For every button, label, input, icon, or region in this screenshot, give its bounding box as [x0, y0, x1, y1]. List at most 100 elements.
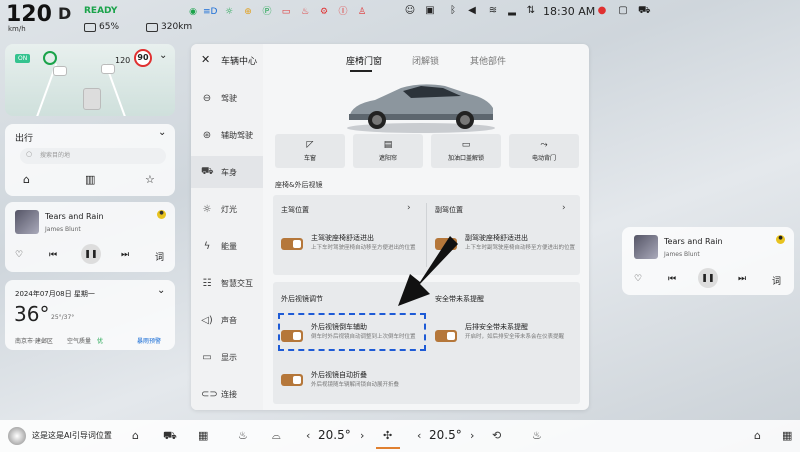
profile-icon[interactable]: ☺: [404, 5, 416, 16]
prev-icon[interactable]: ⏮: [668, 274, 676, 284]
tailgate-icon: ⤳: [540, 140, 548, 150]
temp-right-up[interactable]: ›: [470, 429, 474, 442]
tile-window[interactable]: ◸ 车窗: [275, 134, 345, 168]
assist-icon: ⊛: [202, 129, 212, 141]
favorite-icon[interactable]: ☆: [145, 173, 155, 186]
airbag-icon: ♙: [357, 7, 367, 17]
highbeam-icon: ≡D: [203, 7, 218, 17]
close-icon[interactable]: ✕: [201, 53, 210, 66]
assistant-orb-icon[interactable]: [8, 427, 26, 445]
lyrics-icon[interactable]: 词: [772, 274, 781, 287]
office-icon[interactable]: ▥: [85, 173, 95, 186]
music-widget-right: Tears and Rain James Blunt ● ♡ ⏮ ❚❚ ⏭ 词: [622, 227, 794, 295]
defrost-icon[interactable]: ⌓: [272, 429, 281, 443]
pointer-arrow-icon: [398, 236, 458, 306]
parking-icon: Ⓟ: [262, 7, 272, 17]
belt-remind-toggle[interactable]: [435, 330, 457, 342]
speed-readout: 120: [6, 2, 52, 27]
chevron-down-icon[interactable]: ⌄: [157, 285, 165, 296]
assistant-hint[interactable]: 这是这是AI引导词位置: [32, 430, 112, 441]
speed-limit-sign: 90: [134, 49, 152, 67]
fan-icon[interactable]: ✣: [383, 429, 392, 442]
chevron-right-icon[interactable]: ›: [407, 203, 411, 213]
chevron-right-icon[interactable]: ›: [562, 203, 566, 213]
car-body-icon: ⛟: [201, 165, 214, 177]
seat-heat-icon[interactable]: ♨: [238, 429, 248, 442]
wifi-icon[interactable]: ≋: [487, 5, 499, 16]
passenger-seat-sub: 上下车时副驾驶座椅自动移至方便进出的位置: [465, 245, 576, 251]
speaker-icon[interactable]: ◀: [466, 5, 478, 16]
fan-level-bar: [376, 447, 400, 449]
sidebar-item-smart[interactable]: ☷ 智慧交互: [191, 267, 263, 299]
home-icon-right[interactable]: ⌂: [754, 429, 761, 442]
car-icon[interactable]: ⛟: [163, 429, 177, 444]
pause-button[interactable]: ❚❚: [698, 268, 718, 288]
temp-left-down[interactable]: ‹: [306, 429, 310, 442]
driver-seat-title: 主驾驶座椅舒适进出: [311, 234, 374, 242]
camera-icon[interactable]: ▣: [424, 5, 436, 16]
mirror-fold-toggle[interactable]: [281, 374, 303, 386]
like-icon[interactable]: ♡: [15, 250, 23, 260]
battery-warn-icon: ▭: [281, 7, 291, 17]
driver-seat-toggle[interactable]: [281, 238, 303, 250]
seat-heat-right-icon[interactable]: ♨: [532, 429, 542, 442]
sidebar-item-light[interactable]: ☼ 灯光: [191, 193, 263, 225]
lyrics-icon[interactable]: 词: [155, 250, 164, 263]
home-icon[interactable]: ⌂: [132, 429, 139, 442]
sunshade-icon: ▤: [383, 140, 393, 150]
adas-badge: ON: [15, 54, 31, 63]
tab-seats-windows[interactable]: 座椅门窗: [346, 54, 382, 67]
data-icon[interactable]: ⇅: [525, 5, 537, 16]
bluetooth-icon[interactable]: ᛒ: [447, 5, 459, 16]
adas-widget[interactable]: ON 120 90 ⌄: [5, 44, 175, 116]
search-input[interactable]: 搜索目的地: [20, 148, 166, 164]
next-icon[interactable]: ⏭: [738, 274, 746, 284]
alert-icon[interactable]: ●: [596, 5, 608, 16]
passenger-position-label: 副驾位置: [435, 206, 463, 214]
home-icon[interactable]: ⌂: [23, 173, 30, 186]
fuel-cap-icon: ▭: [461, 140, 471, 150]
passenger-seat-title: 副驾驶座椅舒适进出: [465, 234, 528, 242]
chevron-down-icon[interactable]: ⌄: [159, 50, 167, 61]
apps-icon[interactable]: ▦: [198, 429, 208, 442]
display-icon: ▭: [202, 351, 212, 363]
tile-sunshade[interactable]: ▤ 遮阳帘: [353, 134, 423, 168]
engine-warn-icon: ⚙: [319, 7, 329, 17]
range-icon: [146, 22, 158, 32]
signal-icon[interactable]: ▂: [506, 5, 518, 16]
tile-fuel-cap[interactable]: ▭ 加油口盖解锁: [431, 134, 501, 168]
recirculation-icon[interactable]: ⟲: [492, 429, 501, 442]
sidebar-item-sound[interactable]: ◁) 声音: [191, 304, 263, 336]
sidebar-item-body[interactable]: ⛟ 车身: [191, 156, 263, 188]
mirror-fold-sub: 外后视镜随车辆解闭锁自动展开折叠: [311, 382, 400, 388]
weather-alert[interactable]: 暴雨预警: [137, 336, 161, 345]
tile-tailgate[interactable]: ⤳ 电动背门: [509, 134, 579, 168]
sidebar-item-energy[interactable]: ϟ 能量: [191, 230, 263, 262]
weather-temp: 36°: [14, 302, 50, 326]
pause-button[interactable]: ❚❚: [81, 244, 101, 264]
sidebar-item-link[interactable]: ⊂⊃ 连接: [191, 378, 263, 410]
sidebar-item-assist[interactable]: ⊛ 辅助驾驶: [191, 119, 263, 151]
status-bar: 120 km/h D READY 65% 320km ◉ ≡D ☼ ⊕ Ⓟ ▭ …: [0, 0, 800, 38]
car-status-icon[interactable]: ⛟: [638, 5, 651, 18]
dialog-sidebar: ✕ 车辆中心 ⊖ 驾驶 ⊛ 辅助驾驶 ⛟ 车身 ☼ 灯光 ϟ 能量 ☷ 智慧交互 ◁) 声音 …: [191, 44, 263, 410]
vehicle-center-dialog: ✕ 车辆中心 ⊖ 驾驶 ⊛ 辅助驾驶 ⛟ 车身 ☼ 灯光 ϟ 能量 ☷ 智慧交互 ◁) 声音 …: [191, 44, 589, 410]
next-icon[interactable]: ⏭: [121, 250, 129, 260]
tab-other-parts[interactable]: 其他部件: [470, 54, 506, 67]
weather-widget[interactable]: 2024年07月08日 星期一 ⌄ 36° 25°/37° 南京市·建邺区 空气…: [5, 280, 175, 350]
temp-left-up[interactable]: ›: [360, 429, 364, 442]
weather-range: 25°/37°: [51, 314, 75, 321]
sidebar-item-display[interactable]: ▭ 显示: [191, 341, 263, 373]
apps-icon-right[interactable]: ▦: [782, 429, 792, 442]
clock: 18:30 AM: [543, 5, 596, 18]
temp-right-down[interactable]: ‹: [417, 429, 421, 442]
tab-lock[interactable]: 闭解锁: [412, 54, 439, 67]
chevron-down-icon[interactable]: ⌄: [158, 127, 166, 138]
song-artist: James Blunt: [45, 226, 81, 233]
song-title: Tears and Rain: [664, 237, 723, 246]
sidebar-item-drive[interactable]: ⊖ 驾驶: [191, 82, 263, 114]
lock-icon[interactable]: ▢: [617, 5, 629, 16]
gear-indicator: D: [58, 4, 72, 23]
like-icon[interactable]: ♡: [634, 274, 642, 284]
prev-icon[interactable]: ⏮: [49, 250, 57, 260]
